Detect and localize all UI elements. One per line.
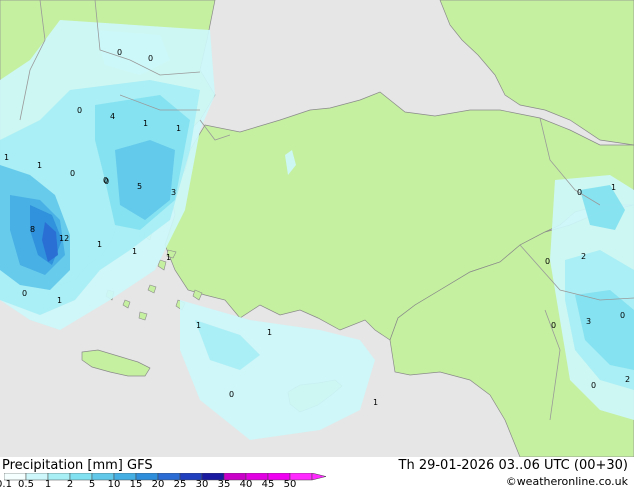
precip-label: 0	[103, 176, 108, 185]
colorbar-tick-label: 0.1	[0, 479, 12, 490]
colorbar-tick-label: 40	[239, 479, 253, 490]
colorbar-tick-label: 30	[195, 479, 209, 490]
forecast-datetime: Th 29-01-2026 03..06 UTC (00+30)	[398, 458, 629, 473]
colorbar-tick-label: 50	[283, 479, 297, 490]
precip-label: 0	[591, 381, 596, 390]
colorbar-tick-label: 20	[151, 479, 165, 490]
precip-label: 1	[373, 398, 378, 407]
precip-label: 2	[581, 252, 586, 261]
colorbar-tick-label: 10	[107, 479, 121, 490]
precip-label: 1	[166, 253, 171, 262]
precip-label: 1	[132, 247, 137, 256]
precip-label: 3	[586, 317, 591, 326]
colorbar-tick-label: 0.5	[18, 479, 34, 490]
precip-label: 0	[148, 54, 153, 63]
map-footer: Precipitation [mm] GFS Th 29-01-2026 03.…	[0, 457, 634, 490]
precip-label: 0	[551, 321, 556, 330]
precip-label: 0	[545, 257, 550, 266]
precip-label: 1	[4, 153, 9, 162]
colorbar-tick-label: 1	[44, 479, 52, 490]
map-title: Precipitation [mm] GFS	[2, 458, 153, 473]
colorbar-tick-label: 35	[217, 479, 231, 490]
precip-label: 12	[59, 234, 69, 243]
precip-label: 1	[267, 328, 272, 337]
precip-label: 1	[37, 161, 42, 170]
colorbar-ticks: 0.10.5125101520253035404550	[0, 479, 330, 491]
weather-map: 0 0 0 4 1 1 1 1 0 0 5 3 8 12 1 1 1 0 1 1…	[0, 0, 634, 457]
precip-label: 5	[137, 182, 142, 191]
precip-label: 1	[143, 119, 148, 128]
precip-label: 0	[70, 169, 75, 178]
precip-label: 0	[22, 289, 27, 298]
precip-label: 0	[229, 390, 234, 399]
colorbar-tick-label: 25	[173, 479, 187, 490]
precip-label: 1	[97, 240, 102, 249]
precip-label: 1	[196, 321, 201, 330]
precip-label: 8	[30, 225, 35, 234]
precip-label: 0	[77, 106, 82, 115]
precip-label: 3	[171, 188, 176, 197]
precip-label: 0	[577, 188, 582, 197]
precip-label: 0	[117, 48, 122, 57]
precip-label: 1	[57, 296, 62, 305]
credit-link[interactable]: ©weatheronline.co.uk	[506, 475, 628, 488]
precip-label: 2	[625, 375, 630, 384]
precip-label: 1	[176, 124, 181, 133]
colorbar-tick-label: 15	[129, 479, 143, 490]
precip-label: 1	[611, 183, 616, 192]
colorbar-tick-label: 45	[261, 479, 275, 490]
precip-label: 0	[620, 311, 625, 320]
colorbar-tick-label: 2	[66, 479, 74, 490]
precip-label: 4	[110, 112, 115, 121]
colorbar-tick-label: 5	[88, 479, 96, 490]
